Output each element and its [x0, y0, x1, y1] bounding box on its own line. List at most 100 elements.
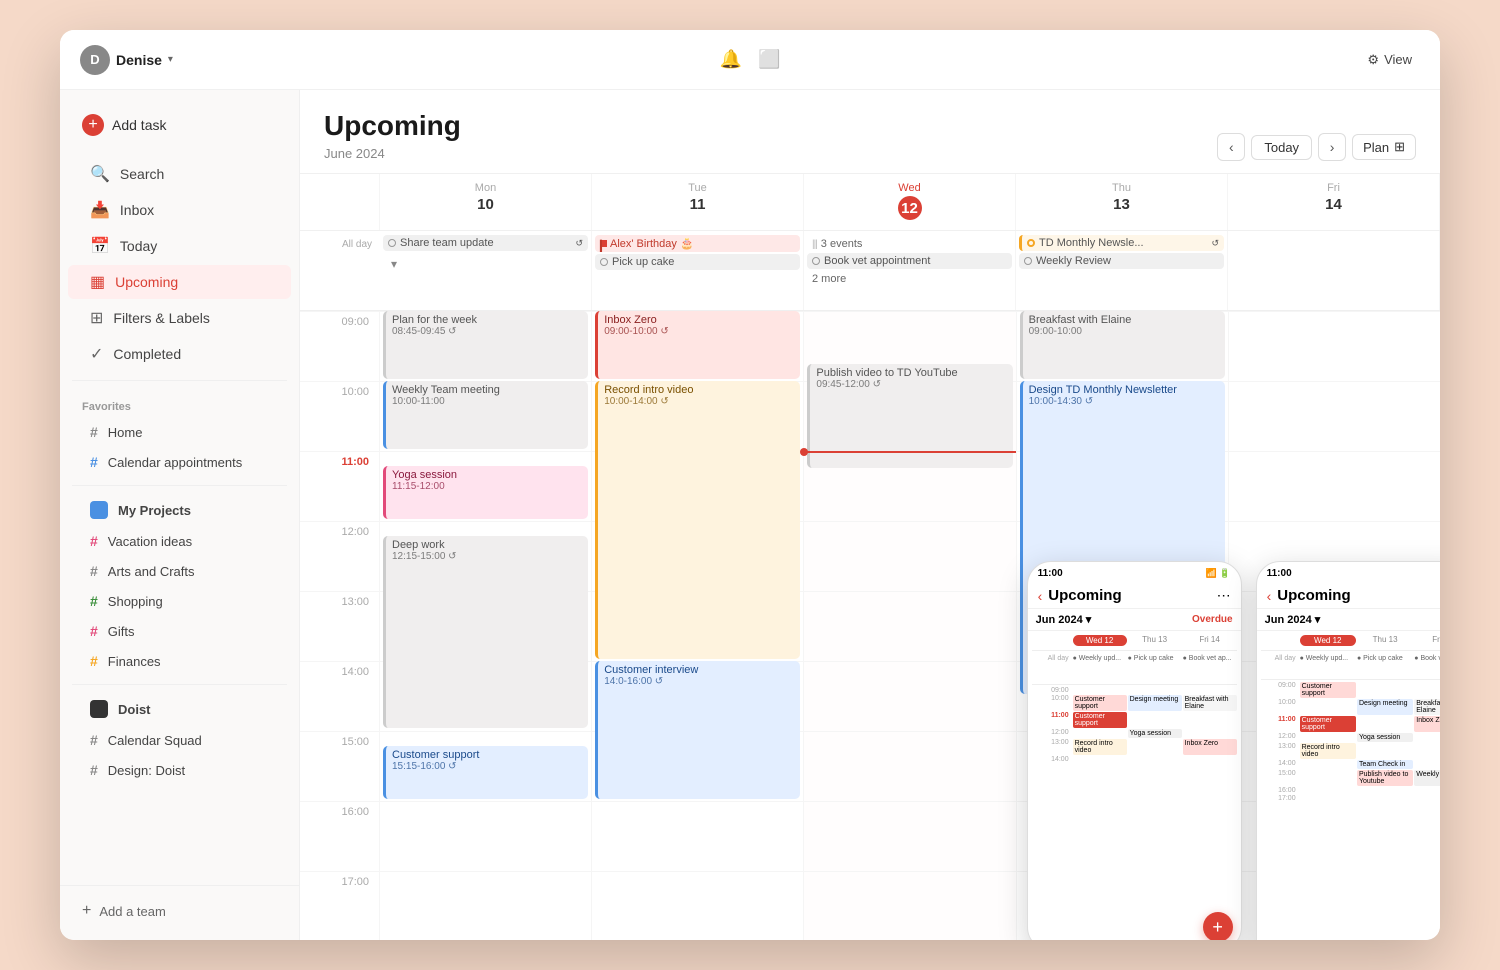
sidebar-item-vacation-ideas[interactable]: # Vacation ideas — [68, 527, 291, 555]
sidebar-item-shopping[interactable]: # Shopping — [68, 587, 291, 615]
sidebar-item-design-doist[interactable]: # Design: Doist — [68, 756, 291, 784]
sidebar-item-upcoming[interactable]: ▦ Upcoming — [68, 265, 291, 299]
day-col-tue: Inbox Zero 09:00-10:00 ↺ Record intro vi… — [592, 311, 804, 940]
yoga-session-event[interactable]: Yoga session 11:15-12:00 — [383, 466, 588, 519]
time-14: 14:00 — [300, 661, 379, 731]
sidebar-item-calendar-appointments[interactable]: # Calendar appointments — [68, 448, 291, 476]
time-10: 10:00 — [300, 381, 379, 451]
hour-09-fri — [1229, 311, 1440, 381]
mobile2-inbox-11: Inbox Zero — [1414, 716, 1440, 732]
mobile-09-wed — [1073, 687, 1127, 694]
time-09: 09:00 — [300, 311, 379, 381]
mobile-allday-col-2 — [1261, 635, 1299, 646]
day-num-14: 14 — [1232, 196, 1435, 213]
day-name-thu: Thu — [1020, 182, 1223, 194]
wed-more-events[interactable]: 2 more — [807, 271, 1012, 287]
deep-work-event[interactable]: Deep work 12:15-15:00 ↺ — [383, 536, 588, 728]
nav-next-button[interactable]: › — [1318, 133, 1346, 161]
sidebar-divider-1 — [72, 380, 287, 381]
view-button[interactable]: ⚙ View — [1359, 48, 1420, 72]
pick-up-cake-title: Pick up cake — [612, 256, 674, 268]
doist-header: Doist — [68, 694, 291, 724]
mobile-month-2[interactable]: Jun 2024 ▾ — [1265, 613, 1321, 626]
mobile2-12-label: 12:00 — [1261, 733, 1299, 742]
mobile-11-fri — [1183, 712, 1237, 728]
upcoming-label: Upcoming — [115, 274, 178, 290]
day-num-12: 12 — [898, 196, 922, 220]
mobile2-allday-text: All day — [1261, 655, 1299, 679]
mobile-header-1: ‹ Upcoming ⋯ — [1028, 583, 1241, 609]
sidebar-item-completed[interactable]: ✓ Completed — [68, 337, 291, 371]
search-label: Search — [120, 166, 164, 182]
mobile2-17-wed — [1300, 795, 1356, 802]
sidebar-item-home[interactable]: # Home — [68, 418, 291, 446]
hour-16-mon — [380, 801, 591, 871]
layout-icon[interactable]: ⬜ — [758, 49, 780, 70]
mobile-14-fri — [1183, 756, 1237, 763]
add-task-button[interactable]: + Add task — [72, 106, 287, 144]
sidebar-item-arts-crafts[interactable]: # Arts and Crafts — [68, 557, 291, 585]
mobile-subheader-1: Jun 2024 ▾ Overdue — [1028, 609, 1241, 631]
view-label: View — [1384, 52, 1412, 67]
weekly-review-allday-title: Weekly Review — [1036, 255, 1111, 267]
record-intro-event[interactable]: Record intro video 10:00-14:00 ↺ — [595, 381, 800, 659]
pick-up-cake-event[interactable]: Pick up cake — [595, 254, 800, 270]
breakfast-elaine-event[interactable]: Breakfast with Elaine 09:00-10:00 — [1020, 311, 1225, 379]
sidebar-item-gifts[interactable]: # Gifts — [68, 617, 291, 645]
inbox-label: Inbox — [120, 202, 154, 218]
user-name: Denise — [116, 52, 162, 68]
circle-weekly-icon — [1024, 257, 1032, 265]
mobile-fab-1[interactable]: + — [1203, 912, 1233, 940]
mobile-month-1[interactable]: Jun 2024 ▾ — [1036, 613, 1092, 626]
mobile-more-icon-1[interactable]: ⋯ — [1217, 587, 1231, 604]
doist-avatar — [90, 700, 108, 718]
sidebar-item-filters[interactable]: ⊞ Filters & Labels — [68, 301, 291, 335]
customer-support-title: Customer support — [392, 749, 582, 761]
book-vet-event[interactable]: Book vet appointment — [807, 253, 1012, 269]
weekly-review-allday-event[interactable]: Weekly Review — [1019, 253, 1224, 269]
plan-button[interactable]: Plan ⊞ — [1352, 134, 1416, 160]
mon-collapse[interactable]: ▾ — [383, 253, 588, 275]
sidebar-item-search[interactable]: 🔍 Search — [68, 157, 291, 191]
sidebar-item-calendar-squad[interactable]: # Calendar Squad — [68, 726, 291, 754]
day-header-spacer — [300, 174, 380, 230]
day-header-mon10: Mon 10 — [380, 174, 592, 230]
hour-16-tue — [592, 801, 803, 871]
day-header-fri14: Fri 14 — [1228, 174, 1440, 230]
share-team-update-event[interactable]: Share team update ↺ — [383, 235, 588, 251]
search-icon: 🔍 — [90, 164, 110, 184]
sidebar-item-inbox[interactable]: 📥 Inbox — [68, 193, 291, 227]
add-task-label: Add task — [112, 117, 166, 133]
plan-week-event[interactable]: Plan for the week 08:45-09:45 ↺ — [383, 311, 588, 379]
mobile-13-label: 13:00 — [1032, 739, 1072, 755]
hour-11-fri — [1229, 451, 1440, 521]
book-vet-title: Book vet appointment — [824, 255, 930, 267]
hash-icon-finances: # — [90, 653, 98, 669]
mobile-11-thu — [1128, 712, 1182, 728]
add-team-button[interactable]: + Add a team — [60, 894, 299, 928]
main-content: + Add task 🔍 Search 📥 Inbox 📅 Today ▦ Up… — [60, 90, 1440, 940]
notification-icon[interactable]: 🔔 — [720, 49, 742, 70]
inbox-zero-event[interactable]: Inbox Zero 09:00-10:00 ↺ — [595, 311, 800, 379]
nav-prev-button[interactable]: ‹ — [1217, 133, 1245, 161]
mobile-back-icon-1[interactable]: ‹ — [1038, 588, 1043, 604]
sidebar-item-today[interactable]: 📅 Today — [68, 229, 291, 263]
mobile2-12-wed — [1300, 733, 1356, 742]
today-button[interactable]: Today — [1251, 135, 1312, 160]
alex-birthday-event[interactable]: ▎ Alex' Birthday 🎂 — [595, 235, 800, 252]
sidebar-item-finances[interactable]: # Finances — [68, 647, 291, 675]
weekly-team-meeting-event[interactable]: Weekly Team meeting 10:00-11:00 — [383, 381, 588, 449]
mobile2-10-label: 10:00 — [1261, 699, 1299, 715]
mobile2-09-thu — [1357, 682, 1413, 698]
sync-icon: ↺ — [575, 238, 583, 249]
three-events-label[interactable]: ||| 3 events — [807, 235, 1012, 253]
allday-label: All day — [300, 231, 380, 310]
mobile-back-icon-2[interactable]: ‹ — [1267, 588, 1272, 604]
customer-interview-event[interactable]: Customer interview 14:0-16:00 ↺ — [595, 661, 800, 799]
td-monthly-newsletter-event[interactable]: TD Monthly Newsle... ↺ — [1019, 235, 1224, 251]
user-dropdown-chevron[interactable]: ▾ — [168, 54, 173, 65]
customer-support-event[interactable]: Customer support 15:15-16:00 ↺ — [383, 746, 588, 799]
mobile-thu-header: Thu 13 — [1128, 635, 1182, 646]
time-15: 15:00 — [300, 731, 379, 801]
mobile2-weekly-15: Weekly review — [1414, 770, 1440, 786]
